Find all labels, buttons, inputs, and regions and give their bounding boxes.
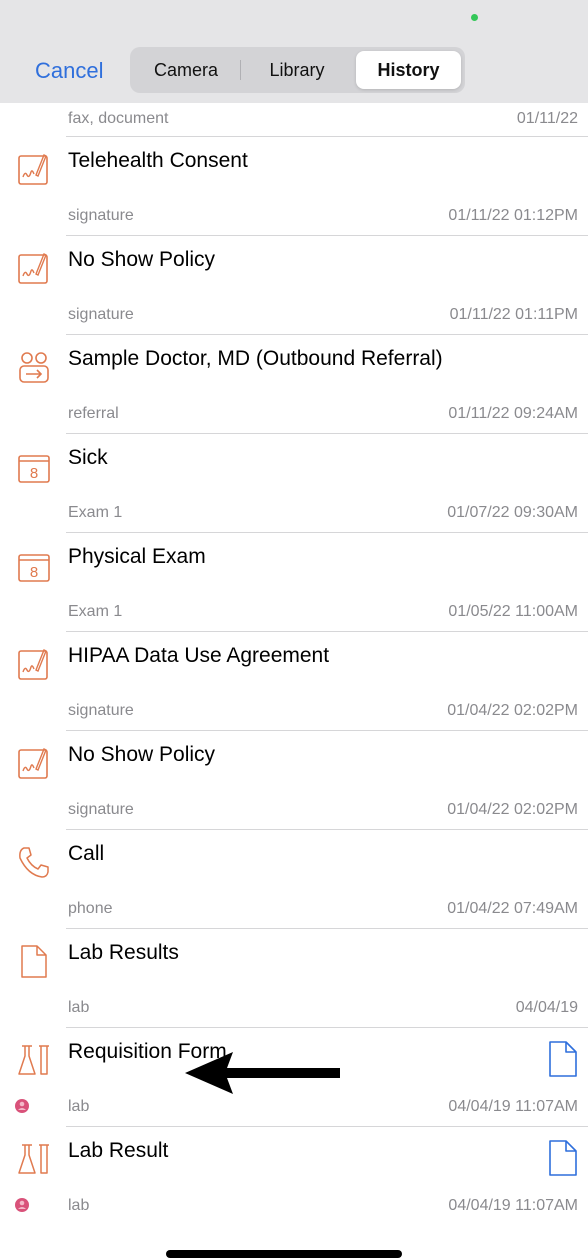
item-title: No Show Policy xyxy=(68,743,216,766)
item-subtitle: lab xyxy=(68,1098,90,1115)
item-date: 01/04/22 02:02PM xyxy=(447,702,578,719)
item-date: 01/05/22 11:00AM xyxy=(448,603,578,620)
item-date: 04/04/19 11:07AM xyxy=(448,1197,578,1214)
list-item[interactable]: Call phone 01/04/22 07:49AM xyxy=(19,829,588,928)
status-indicator-dot xyxy=(471,14,478,21)
item-title: Lab Result xyxy=(68,1139,169,1162)
item-date: 01/11/22 xyxy=(516,110,578,127)
item-subtitle: Exam 1 xyxy=(68,504,123,521)
signature-icon xyxy=(18,154,48,185)
lab-flask-icon xyxy=(18,1045,49,1075)
item-title: Sample Doctor, MD (Outbound Referral) xyxy=(68,347,443,370)
list-item-partial[interactable]: fax, document 01/11/22 xyxy=(0,103,588,136)
item-subtitle: lab xyxy=(68,1197,90,1214)
item-title: Physical Exam xyxy=(68,545,206,568)
calendar-icon: 8 xyxy=(18,554,50,582)
home-indicator xyxy=(166,1250,402,1258)
referral-icon xyxy=(19,352,49,383)
signature-icon xyxy=(18,748,48,779)
segment-divider xyxy=(240,60,241,80)
item-title: HIPAA Data Use Agreement xyxy=(68,644,330,667)
tab-library[interactable]: Library xyxy=(243,51,351,89)
item-title: Telehealth Consent xyxy=(68,149,248,172)
item-subtitle: lab xyxy=(68,999,90,1016)
lab-flask-icon xyxy=(18,1144,49,1174)
annotation-arrow-icon xyxy=(185,1052,340,1094)
item-title: No Show Policy xyxy=(68,248,216,271)
patient-badge-icon xyxy=(15,1099,29,1113)
list-item[interactable]: Lab Results lab 04/04/19 xyxy=(21,928,588,1027)
item-date: 01/04/22 07:49AM xyxy=(447,900,578,917)
item-subtitle: signature xyxy=(68,702,134,719)
document-icon xyxy=(21,945,47,978)
item-title: Sick xyxy=(68,446,108,469)
item-title: Lab Results xyxy=(68,941,179,964)
item-title: Call xyxy=(68,842,105,865)
signature-icon xyxy=(18,253,48,284)
calendar-icon: 8 xyxy=(18,455,50,483)
item-subtitle: referral xyxy=(68,405,119,422)
signature-icon xyxy=(18,649,48,680)
attachment-document-icon[interactable] xyxy=(548,1139,578,1177)
list-item[interactable]: No Show Policy signature 01/11/22 01:11P… xyxy=(18,235,588,334)
item-date: 01/11/22 01:11PM xyxy=(449,306,578,323)
navigation-bar: Cancel Camera Library History xyxy=(0,0,588,103)
source-segmented-control: Camera Library History xyxy=(130,47,465,93)
tab-history[interactable]: History xyxy=(356,51,461,89)
list-item[interactable]: No Show Policy signature 01/04/22 02:02P… xyxy=(18,730,588,829)
item-date: 01/04/22 02:02PM xyxy=(447,801,578,818)
item-date: 04/04/19 xyxy=(515,999,578,1016)
list-item[interactable]: Sample Doctor, MD (Outbound Referral) re… xyxy=(19,334,588,433)
list-item[interactable]: 8 Sick Exam 1 01/07/22 09:30AM xyxy=(18,433,588,532)
patient-badge-icon xyxy=(15,1198,29,1212)
item-subtitle: Exam 1 xyxy=(68,603,123,620)
item-date: 01/07/22 09:30AM xyxy=(447,504,578,521)
item-subtitle: signature xyxy=(68,801,134,818)
cancel-button[interactable]: Cancel xyxy=(35,58,103,84)
list-item[interactable]: 8 Physical Exam Exam 1 01/05/22 11:00AM xyxy=(18,532,588,631)
item-subtitle: phone xyxy=(68,900,113,917)
item-date: 04/04/19 11:07AM xyxy=(448,1098,578,1115)
item-date: 01/11/22 01:12PM xyxy=(448,207,578,224)
phone-icon xyxy=(19,847,49,878)
calendar-day-text: 8 xyxy=(30,564,38,581)
tab-camera[interactable]: Camera xyxy=(134,51,238,89)
attachment-document-icon[interactable] xyxy=(548,1040,578,1078)
list-item[interactable]: Telehealth Consent signature 01/11/22 01… xyxy=(18,136,588,235)
item-subtitle: fax, document xyxy=(68,110,169,127)
calendar-day-text: 8 xyxy=(30,465,38,482)
list-item[interactable]: HIPAA Data Use Agreement signature 01/04… xyxy=(18,631,588,730)
item-subtitle: signature xyxy=(68,207,134,224)
list-item[interactable]: Lab Result lab 04/04/19 11:07AM xyxy=(15,1126,588,1225)
item-subtitle: signature xyxy=(68,306,134,323)
item-date: 01/11/22 09:24AM xyxy=(448,405,578,422)
